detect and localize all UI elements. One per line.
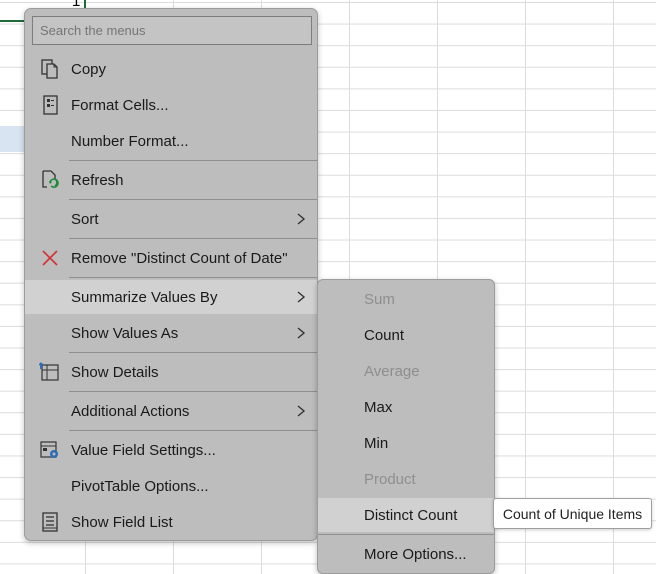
menu-item-show-field-list[interactable]: Show Field List: [25, 505, 317, 539]
menu-divider: [69, 238, 317, 239]
submenu-item-count[interactable]: Count: [318, 318, 494, 352]
chevron-right-icon: [295, 326, 307, 340]
copy-icon: [38, 57, 62, 81]
menu-item-show-values-as[interactable]: Show Values As: [25, 316, 317, 350]
submenu-item-average[interactable]: Average: [318, 354, 494, 388]
menu-item-value-field-settings[interactable]: Value Field Settings...: [25, 433, 317, 467]
menu-item-show-details[interactable]: Show Details: [25, 355, 317, 389]
menu-divider: [69, 160, 317, 161]
remove-icon: [38, 246, 62, 270]
refresh-icon: [38, 168, 62, 192]
menu-item-refresh[interactable]: Refresh: [25, 163, 317, 197]
submenu-item-product[interactable]: Product: [318, 462, 494, 496]
tooltip: Count of Unique Items: [493, 498, 652, 529]
selected-row-highlight: [0, 126, 24, 152]
submenu-item-more-options[interactable]: More Options...: [318, 537, 494, 571]
context-menu: Copy Format Cells... Number Format... Re…: [24, 8, 318, 541]
menu-divider: [69, 430, 317, 431]
chevron-right-icon: [295, 404, 307, 418]
format-cells-icon: [38, 93, 62, 117]
menu-item-format-cells[interactable]: Format Cells...: [25, 88, 317, 122]
value-field-settings-icon: [38, 438, 62, 462]
submenu-item-sum[interactable]: Sum: [318, 282, 494, 316]
summarize-values-submenu: Sum Count Average Max Min Product Distin…: [317, 279, 495, 574]
menu-item-additional-actions[interactable]: Additional Actions: [25, 394, 317, 428]
menu-item-sort[interactable]: Sort: [25, 202, 317, 236]
menu-item-copy[interactable]: Copy: [25, 52, 317, 86]
menu-divider: [69, 277, 317, 278]
submenu-item-max[interactable]: Max: [318, 390, 494, 424]
submenu-item-min[interactable]: Min: [318, 426, 494, 460]
menu-divider: [69, 199, 317, 200]
menu-divider: [69, 391, 317, 392]
submenu-item-distinct-count[interactable]: Distinct Count: [318, 498, 494, 532]
menu-item-remove-field[interactable]: Remove "Distinct Count of Date": [25, 241, 317, 275]
menu-item-number-format[interactable]: Number Format...: [25, 124, 317, 158]
menu-divider: [318, 534, 494, 535]
show-details-icon: [38, 360, 62, 384]
chevron-right-icon: [295, 212, 307, 226]
menu-divider: [69, 352, 317, 353]
menu-item-pivottable-options[interactable]: PivotTable Options...: [25, 469, 317, 503]
search-menus-input[interactable]: [32, 16, 312, 45]
chevron-right-icon: [295, 290, 307, 304]
field-list-icon: [38, 510, 62, 534]
menu-item-summarize-values-by[interactable]: Summarize Values By: [25, 280, 317, 314]
